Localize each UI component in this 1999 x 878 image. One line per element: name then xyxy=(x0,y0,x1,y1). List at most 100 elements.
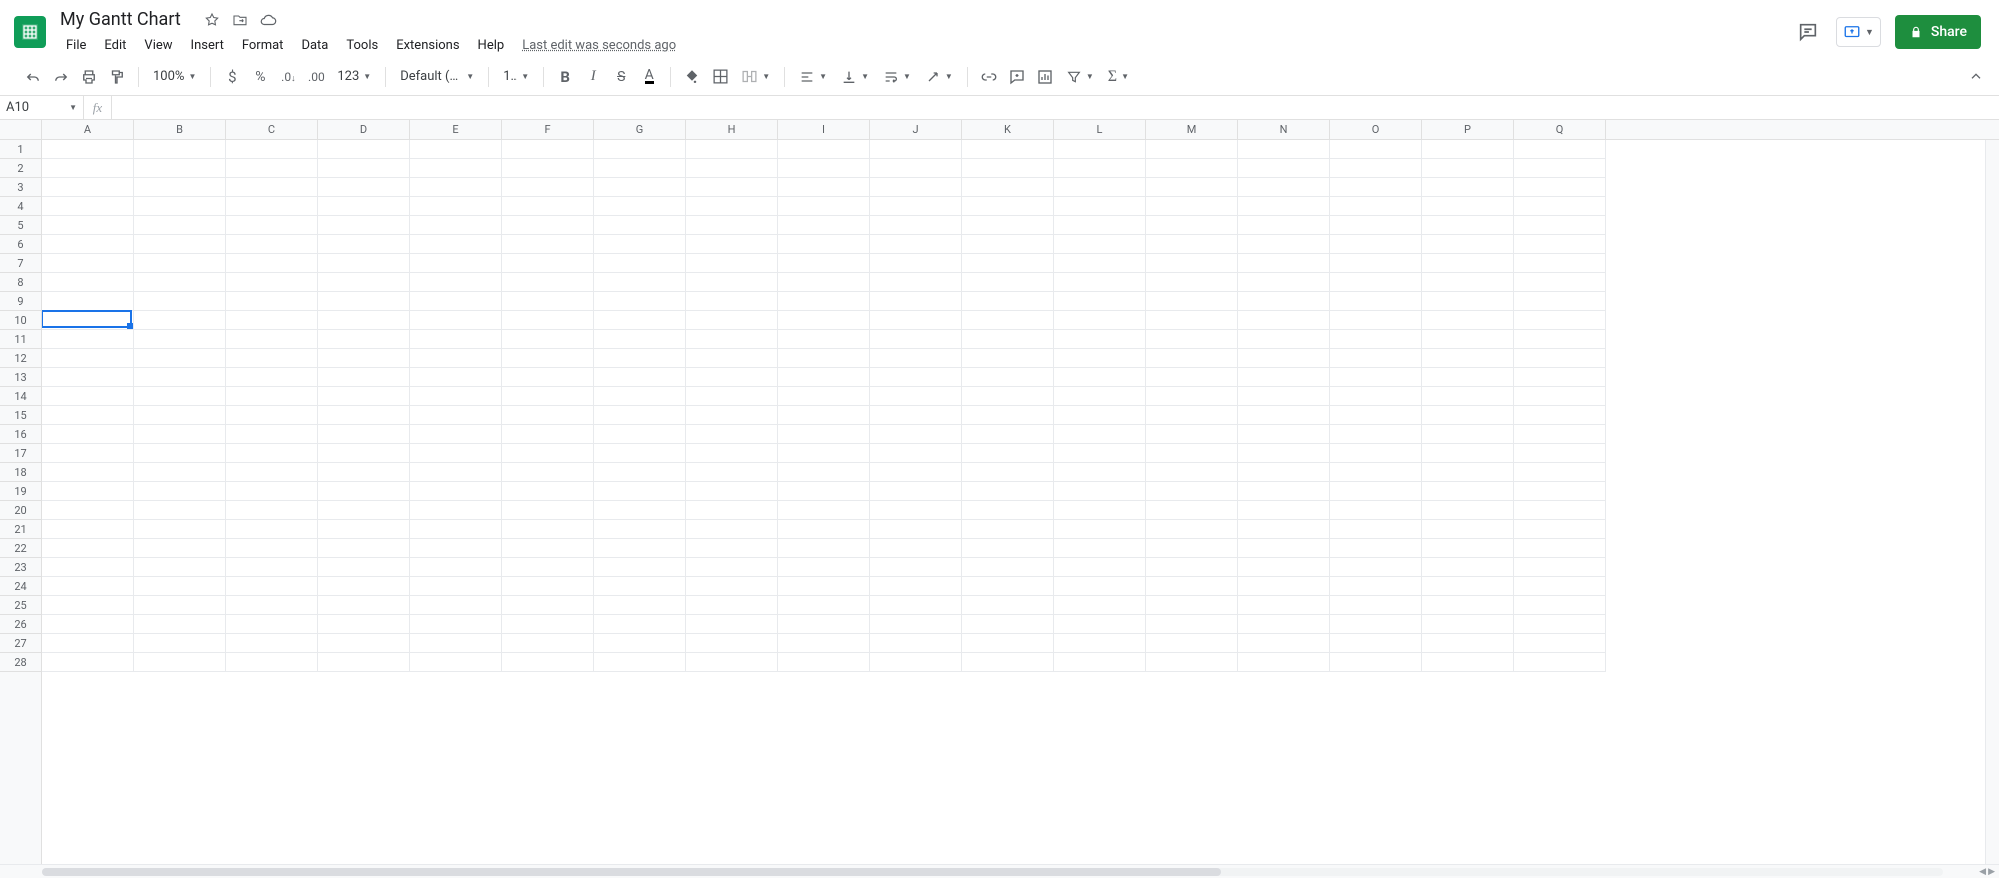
cell[interactable] xyxy=(962,235,1054,254)
cell[interactable] xyxy=(134,463,226,482)
cell[interactable] xyxy=(318,558,410,577)
cell[interactable] xyxy=(502,197,594,216)
cell[interactable] xyxy=(870,577,962,596)
cell[interactable] xyxy=(226,235,318,254)
star-icon[interactable] xyxy=(203,11,221,29)
cell[interactable] xyxy=(134,235,226,254)
cell[interactable] xyxy=(410,159,502,178)
cell[interactable] xyxy=(594,539,686,558)
strikethrough-button[interactable]: S xyxy=(608,64,634,90)
column-header[interactable]: F xyxy=(502,120,594,139)
cell[interactable] xyxy=(226,292,318,311)
cell[interactable] xyxy=(1146,577,1238,596)
cell[interactable] xyxy=(318,273,410,292)
cell[interactable] xyxy=(1330,615,1422,634)
cell[interactable] xyxy=(1422,425,1514,444)
column-header[interactable]: N xyxy=(1238,120,1330,139)
cell[interactable] xyxy=(502,273,594,292)
column-header[interactable]: E xyxy=(410,120,502,139)
insert-link-button[interactable] xyxy=(976,64,1002,90)
row-header[interactable]: 10 xyxy=(0,311,41,330)
row-header[interactable]: 26 xyxy=(0,615,41,634)
cell[interactable] xyxy=(1514,653,1606,672)
cell[interactable] xyxy=(1422,634,1514,653)
cell[interactable] xyxy=(1330,577,1422,596)
cell[interactable] xyxy=(1146,539,1238,558)
cell[interactable] xyxy=(686,425,778,444)
cell[interactable] xyxy=(1514,520,1606,539)
cell[interactable] xyxy=(778,596,870,615)
cell[interactable] xyxy=(1054,368,1146,387)
cell[interactable] xyxy=(318,178,410,197)
cell[interactable] xyxy=(594,634,686,653)
cell[interactable] xyxy=(594,387,686,406)
cell[interactable] xyxy=(778,520,870,539)
cell[interactable] xyxy=(410,235,502,254)
cell[interactable] xyxy=(1054,178,1146,197)
cell[interactable] xyxy=(318,615,410,634)
italic-button[interactable]: I xyxy=(580,64,606,90)
cell[interactable] xyxy=(410,273,502,292)
cell[interactable] xyxy=(502,520,594,539)
cell[interactable] xyxy=(318,482,410,501)
cell[interactable] xyxy=(778,349,870,368)
column-header[interactable]: M xyxy=(1146,120,1238,139)
cell[interactable] xyxy=(134,482,226,501)
cell[interactable] xyxy=(686,330,778,349)
cell[interactable] xyxy=(134,520,226,539)
cell[interactable] xyxy=(502,311,594,330)
merge-cells-dropdown[interactable]: ▼ xyxy=(735,64,776,90)
row-header[interactable]: 15 xyxy=(0,406,41,425)
cell[interactable] xyxy=(1330,292,1422,311)
collapse-toolbar-button[interactable] xyxy=(1963,64,1989,90)
cell[interactable] xyxy=(686,235,778,254)
cell[interactable] xyxy=(686,539,778,558)
cell[interactable] xyxy=(1238,444,1330,463)
cell[interactable] xyxy=(1422,254,1514,273)
cell[interactable] xyxy=(594,615,686,634)
cell[interactable] xyxy=(42,501,134,520)
cell[interactable] xyxy=(42,368,134,387)
cell[interactable] xyxy=(594,425,686,444)
cell[interactable] xyxy=(134,653,226,672)
row-header[interactable]: 7 xyxy=(0,254,41,273)
present-button[interactable]: ▼ xyxy=(1836,17,1881,47)
cell[interactable] xyxy=(870,653,962,672)
column-header[interactable]: L xyxy=(1054,120,1146,139)
print-button[interactable] xyxy=(76,64,102,90)
cell[interactable] xyxy=(1422,615,1514,634)
cell[interactable] xyxy=(1146,634,1238,653)
row-header[interactable]: 11 xyxy=(0,330,41,349)
cell[interactable] xyxy=(870,273,962,292)
cell[interactable] xyxy=(318,406,410,425)
cell[interactable] xyxy=(686,178,778,197)
cell[interactable] xyxy=(1238,254,1330,273)
cell[interactable] xyxy=(1514,178,1606,197)
cell[interactable] xyxy=(502,330,594,349)
cell[interactable] xyxy=(502,482,594,501)
cell[interactable] xyxy=(778,501,870,520)
cell[interactable] xyxy=(778,615,870,634)
cell[interactable] xyxy=(42,197,134,216)
cell[interactable] xyxy=(1422,482,1514,501)
cell[interactable] xyxy=(410,558,502,577)
cell[interactable] xyxy=(134,558,226,577)
cell[interactable] xyxy=(870,520,962,539)
cell[interactable] xyxy=(778,577,870,596)
cell[interactable] xyxy=(1514,615,1606,634)
cell[interactable] xyxy=(226,368,318,387)
cell[interactable] xyxy=(1146,273,1238,292)
cell[interactable] xyxy=(870,254,962,273)
cell[interactable] xyxy=(42,520,134,539)
cell[interactable] xyxy=(686,349,778,368)
cell[interactable] xyxy=(410,254,502,273)
cell[interactable] xyxy=(870,425,962,444)
cell[interactable] xyxy=(1054,482,1146,501)
cell[interactable] xyxy=(1054,539,1146,558)
cell[interactable] xyxy=(594,330,686,349)
cell[interactable] xyxy=(1514,634,1606,653)
number-format-dropdown[interactable]: 123▼ xyxy=(331,64,377,90)
functions-dropdown[interactable]: Σ▼ xyxy=(1102,64,1135,90)
cell[interactable] xyxy=(870,159,962,178)
cell[interactable] xyxy=(226,140,318,159)
